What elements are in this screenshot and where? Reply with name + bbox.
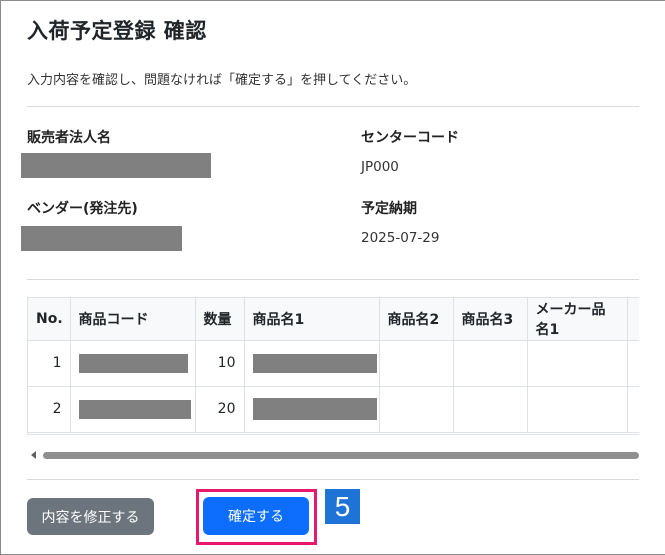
scroll-left-arrow-icon[interactable] (31, 451, 36, 459)
seller-label: 販売者法人名 (27, 130, 111, 146)
table-row: 1 10 (28, 340, 639, 387)
items-table-container[interactable]: No. 商品コード 数量 商品名1 商品名2 商品名3 メーカー品名1 1 10 (27, 297, 639, 435)
col-header-quantity: 数量 (195, 298, 245, 341)
cell-quantity: 20 (195, 386, 245, 433)
cell-overflow (627, 340, 639, 387)
cell-product-code (70, 340, 196, 387)
vendor-value-redacted (21, 226, 182, 251)
horizontal-scrollbar[interactable] (27, 447, 639, 463)
table-row: 2 20 (28, 386, 639, 433)
cell-no: 2 (28, 386, 71, 433)
cell-product-name-2 (379, 386, 454, 433)
col-header-overflow (627, 298, 639, 341)
divider-top (27, 106, 639, 107)
table-header-row: No. 商品コード 数量 商品名1 商品名2 商品名3 メーカー品名1 (28, 298, 639, 341)
items-table: No. 商品コード 数量 商品名1 商品名2 商品名3 メーカー品名1 1 10 (28, 298, 639, 433)
redacted-block (78, 353, 188, 373)
col-header-product-name-1: 商品名1 (244, 298, 380, 341)
redacted-block (78, 399, 191, 419)
center-code-value: JP000 (361, 159, 399, 175)
confirmation-panel: 入荷予定登録 確認 入力内容を確認し、問題なければ「確定する」を押してください。… (0, 0, 665, 555)
divider-bottom (27, 479, 639, 480)
redacted-block (252, 353, 377, 373)
cell-product-name-3 (453, 386, 528, 433)
col-header-product-code: 商品コード (70, 298, 196, 341)
due-date-label: 予定納期 (361, 201, 417, 217)
col-header-product-name-2: 商品名2 (379, 298, 454, 341)
instruction-text: 入力内容を確認し、問題なければ「確定する」を押してください。 (27, 73, 417, 88)
cell-product-name-3 (453, 340, 528, 387)
cell-maker-name-1 (527, 340, 628, 387)
col-header-product-name-3: 商品名3 (453, 298, 528, 341)
edit-content-button[interactable]: 内容を修正する (27, 498, 154, 535)
cell-overflow (627, 386, 639, 433)
redacted-block (252, 398, 377, 420)
vendor-label: ベンダー(発注先) (27, 201, 138, 217)
due-date-value: 2025-07-29 (361, 230, 440, 246)
confirm-button[interactable]: 確定する (203, 497, 309, 535)
col-header-maker-name-1: メーカー品名1 (527, 298, 628, 341)
divider-middle (27, 279, 639, 280)
center-code-label: センターコード (361, 130, 459, 146)
page-title: 入荷予定登録 確認 (27, 19, 207, 43)
cell-product-code (70, 386, 196, 433)
cell-product-name-1 (244, 340, 380, 387)
step-number-badge: 5 (325, 489, 360, 524)
cell-product-name-2 (379, 340, 454, 387)
cell-quantity: 10 (195, 340, 245, 387)
seller-value-redacted (21, 153, 211, 178)
col-header-no: No. (28, 298, 71, 341)
cell-no: 1 (28, 340, 71, 387)
cell-maker-name-1 (527, 386, 628, 433)
cell-product-name-1 (244, 386, 380, 433)
scroll-thumb[interactable] (43, 452, 639, 459)
